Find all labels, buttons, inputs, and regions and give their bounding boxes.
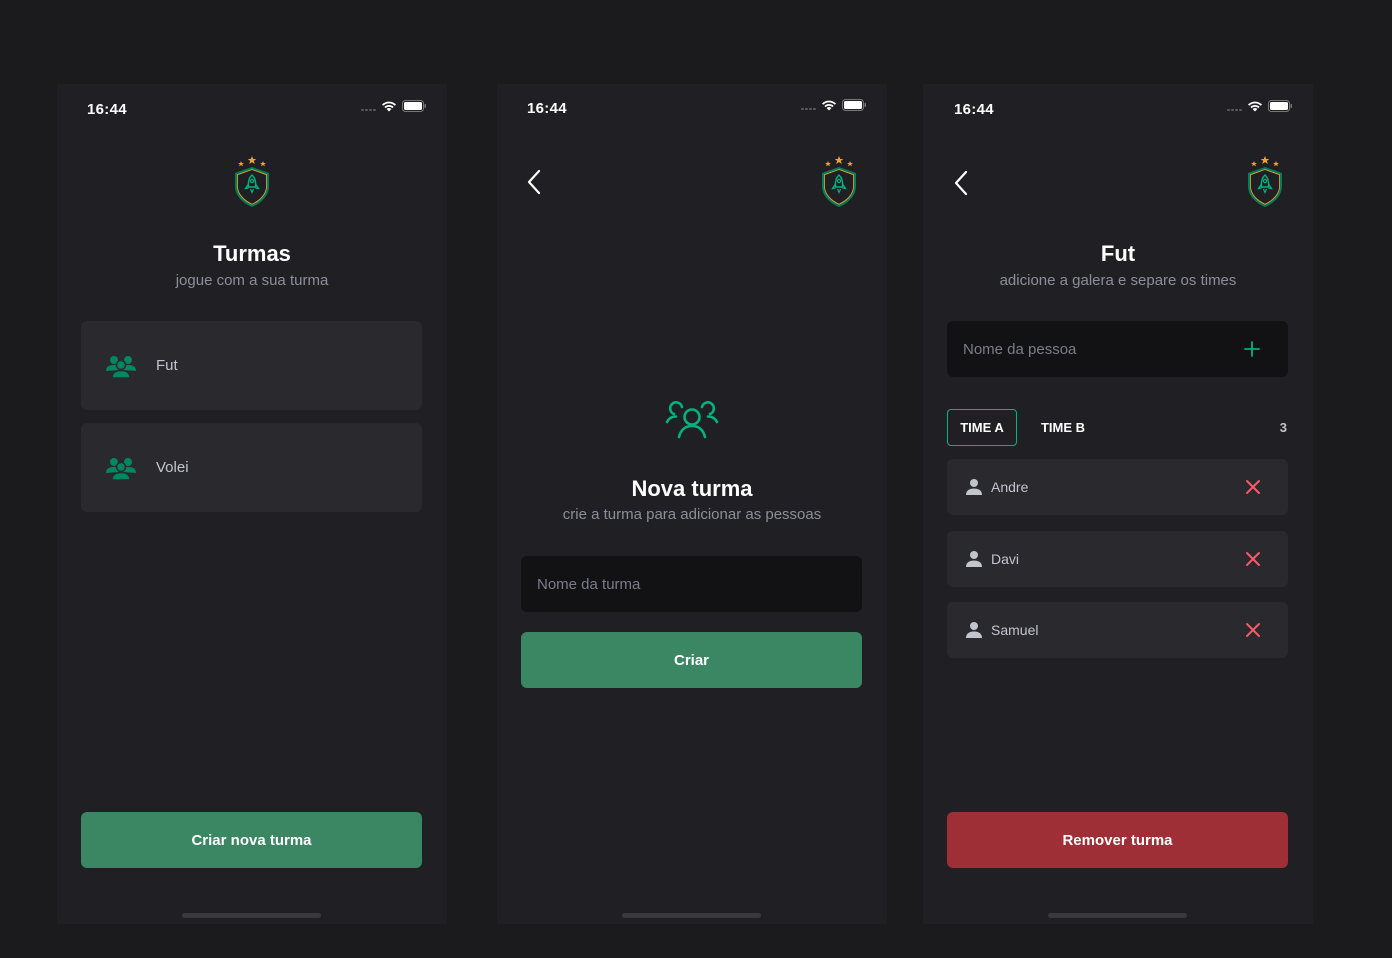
- page-subtitle: crie a turma para adicionar as pessoas: [562, 506, 822, 523]
- page-title: Nova turma: [631, 476, 753, 501]
- signal-icon: [801, 108, 816, 110]
- player-count: 3: [1279, 420, 1287, 435]
- logo-icon: [822, 156, 856, 207]
- player-row: Samuel: [947, 602, 1288, 658]
- screen-turmas: 16:44 Turmas jogue com a sua turma Fut V…: [57, 84, 447, 924]
- canvas: 16:44 Turmas jogue com a sua turma Fut V…: [0, 0, 1392, 958]
- group-card-label: Volei: [156, 459, 189, 476]
- battery-icon: [1268, 100, 1292, 112]
- page-title: Turmas: [213, 241, 291, 266]
- group-icon: [106, 355, 136, 378]
- status-time: 16:44: [527, 100, 567, 117]
- page-subtitle: adicione a galera e separe os times: [999, 272, 1237, 289]
- status-icons: [361, 100, 427, 112]
- person-icon: [966, 622, 982, 638]
- back-arrow-icon[interactable]: [952, 169, 972, 197]
- person-icon: [966, 551, 982, 567]
- close-icon[interactable]: [1244, 550, 1262, 568]
- group-card-label: Fut: [156, 357, 178, 374]
- close-icon[interactable]: [1244, 478, 1262, 496]
- player-name: Andre: [991, 479, 1029, 495]
- create-group-button[interactable]: Criar nova turma: [81, 812, 422, 868]
- group-card-fut[interactable]: Fut: [81, 321, 422, 410]
- person-name-placeholder: Nome da pessoa: [963, 340, 1077, 358]
- page-title: Fut: [1100, 241, 1136, 266]
- remove-group-button[interactable]: Remover turma: [947, 812, 1288, 868]
- player-name: Samuel: [991, 622, 1039, 638]
- signal-icon: [361, 109, 376, 111]
- wifi-icon: [1248, 101, 1262, 112]
- users-icon: [665, 401, 719, 439]
- person-icon: [966, 479, 982, 495]
- wifi-icon: [382, 101, 396, 112]
- wifi-icon: [822, 100, 836, 111]
- status-icons: [1227, 100, 1293, 112]
- home-indicator: [622, 913, 761, 918]
- group-card-volei[interactable]: Volei: [81, 423, 422, 512]
- tab-time-a[interactable]: TIME A: [947, 409, 1017, 446]
- tab-time-b[interactable]: TIME B: [1031, 409, 1095, 446]
- player-name: Davi: [991, 551, 1020, 567]
- screen-nova-turma: 16:44 Nova turma crie a turma para adici…: [497, 84, 887, 924]
- battery-icon: [402, 100, 426, 112]
- home-indicator: [182, 913, 321, 918]
- page-subtitle: jogue com a sua turma: [175, 272, 329, 289]
- status-time: 16:44: [954, 101, 994, 118]
- status-time: 16:44: [87, 101, 127, 118]
- battery-icon: [842, 99, 866, 111]
- logo-icon: [1248, 156, 1282, 207]
- group-icon: [106, 457, 136, 480]
- person-name-input[interactable]: Nome da pessoa: [947, 321, 1288, 377]
- plus-icon[interactable]: [1244, 341, 1260, 357]
- close-icon[interactable]: [1244, 621, 1262, 639]
- back-arrow-icon[interactable]: [525, 168, 545, 196]
- signal-icon: [1227, 109, 1242, 111]
- home-indicator: [1048, 913, 1187, 918]
- create-button[interactable]: Criar: [521, 632, 862, 688]
- group-name-input[interactable]: Nome da turma: [521, 556, 862, 612]
- logo-icon: [235, 156, 269, 207]
- status-icons: [801, 99, 867, 111]
- player-row: Davi: [947, 531, 1288, 587]
- player-row: Andre: [947, 459, 1288, 515]
- screen-fut: 16:44 Fut adicione a galera e separe os …: [923, 84, 1313, 924]
